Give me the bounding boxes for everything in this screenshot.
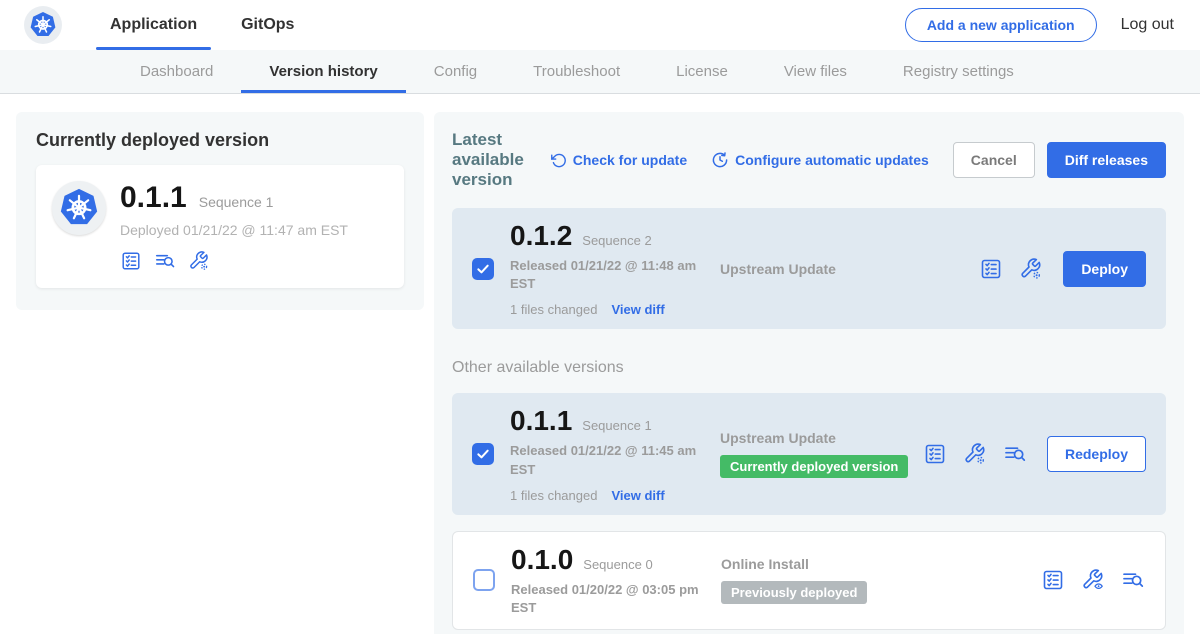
config-wrench-gear-icon[interactable] <box>188 250 210 272</box>
configure-automatic-updates-link[interactable]: Configure automatic updates <box>711 151 929 169</box>
latest-available-title: Latest available version <box>452 130 536 190</box>
subnav-tab-license[interactable]: License <box>648 50 756 93</box>
cancel-button[interactable]: Cancel <box>953 142 1035 178</box>
version-number: 0.1.1 <box>510 405 572 437</box>
version-source-label: Upstream Update <box>720 430 836 446</box>
tab-application-label: Application <box>110 16 197 34</box>
version-source-label: Online Install <box>721 556 809 572</box>
main-content: Currently deployed version 0.1.1 Sequenc… <box>0 94 1200 634</box>
preflight-checklist-icon[interactable] <box>979 257 1003 281</box>
tab-gitops-label: GitOps <box>241 16 294 34</box>
subnav-tab-dashboard[interactable]: Dashboard <box>112 50 241 93</box>
version-number: 0.1.0 <box>511 544 573 576</box>
currently-deployed-panel: Currently deployed version 0.1.1 Sequenc… <box>16 112 424 310</box>
version-0-1-1-checkbox[interactable] <box>472 443 494 465</box>
previously-deployed-badge: Previously deployed <box>721 581 867 604</box>
checkmark-icon <box>475 261 491 277</box>
other-available-versions-title: Other available versions <box>452 359 1166 377</box>
view-files-search-icon[interactable] <box>1121 568 1145 592</box>
version-0-1-2-checkbox[interactable] <box>472 258 494 280</box>
available-header: Latest available version Check for updat… <box>452 130 1166 190</box>
kubernetes-logo-icon <box>24 6 62 44</box>
view-diff-link[interactable]: View diff <box>611 302 664 317</box>
deployed-version-number: 0.1.1 <box>120 181 187 215</box>
version-source-label: Upstream Update <box>720 261 836 277</box>
check-for-update-label: Check for update <box>573 152 687 168</box>
subnav-tab-troubleshoot[interactable]: Troubleshoot <box>505 50 648 93</box>
sequence-label: Sequence 2 <box>582 233 651 248</box>
subnav-tab-view-files[interactable]: View files <box>756 50 875 93</box>
files-changed-label: 1 files changed <box>510 302 597 317</box>
sequence-label: Sequence 0 <box>583 557 652 572</box>
subnav-tab-config[interactable]: Config <box>406 50 505 93</box>
tab-application[interactable]: Application <box>96 0 211 50</box>
app-kubernetes-icon <box>52 181 106 235</box>
preflight-checklist-icon[interactable] <box>120 250 142 272</box>
released-timestamp: Released 01/21/22 @ 11:48 am EST <box>510 257 705 293</box>
deploy-button[interactable]: Deploy <box>1063 251 1146 287</box>
diff-releases-button[interactable]: Diff releases <box>1047 142 1166 178</box>
app-nav: Application GitOps <box>96 0 324 50</box>
version-row-0-1-2: 0.1.2 Sequence 2 Released 01/21/22 @ 11:… <box>452 208 1166 329</box>
checkmark-icon <box>475 446 491 462</box>
config-wrench-gear-icon[interactable] <box>1019 257 1043 281</box>
version-0-1-0-checkbox[interactable] <box>473 569 495 591</box>
deployed-version-card: 0.1.1 Sequence 1 Deployed 01/21/22 @ 11:… <box>36 165 404 288</box>
refresh-arrow-icon <box>550 152 567 169</box>
deployed-timestamp: Deployed 01/21/22 @ 11:47 am EST <box>120 222 348 238</box>
available-versions-panel: Latest available version Check for updat… <box>434 112 1184 634</box>
add-application-button[interactable]: Add a new application <box>905 8 1097 42</box>
preflight-checklist-icon[interactable] <box>923 442 947 466</box>
released-timestamp: Released 01/20/22 @ 03:05 pm EST <box>511 581 706 617</box>
check-for-update-link[interactable]: Check for update <box>550 152 687 169</box>
currently-deployed-badge: Currently deployed version <box>720 455 908 478</box>
redeploy-button[interactable]: Redeploy <box>1047 436 1146 472</box>
deployed-sequence-label: Sequence 1 <box>199 194 274 210</box>
top-header: Application GitOps Add a new application… <box>0 0 1200 50</box>
released-timestamp: Released 01/21/22 @ 11:45 am EST <box>510 442 705 478</box>
subnav-tab-version-history[interactable]: Version history <box>241 50 405 93</box>
sequence-label: Sequence 1 <box>582 418 651 433</box>
config-wrench-gear-icon[interactable] <box>963 442 987 466</box>
config-wrench-eye-icon[interactable] <box>1081 568 1105 592</box>
view-files-search-icon[interactable] <box>1003 442 1027 466</box>
preflight-checklist-icon[interactable] <box>1041 568 1065 592</box>
view-diff-link[interactable]: View diff <box>611 488 664 503</box>
subnav-tab-registry-settings[interactable]: Registry settings <box>875 50 1042 93</box>
app-subnav: Dashboard Version history Config Trouble… <box>0 50 1200 94</box>
tab-gitops[interactable]: GitOps <box>227 0 308 50</box>
clock-refresh-icon <box>711 151 729 169</box>
deployed-panel-title: Currently deployed version <box>36 130 404 151</box>
view-files-search-icon[interactable] <box>154 250 176 272</box>
version-row-0-1-0: 0.1.0 Sequence 0 Released 01/20/22 @ 03:… <box>452 531 1166 630</box>
logout-link[interactable]: Log out <box>1121 16 1174 34</box>
version-number: 0.1.2 <box>510 220 572 252</box>
files-changed-label: 1 files changed <box>510 488 597 503</box>
configure-automatic-updates-label: Configure automatic updates <box>735 152 929 168</box>
version-row-0-1-1: 0.1.1 Sequence 1 Released 01/21/22 @ 11:… <box>452 393 1166 514</box>
